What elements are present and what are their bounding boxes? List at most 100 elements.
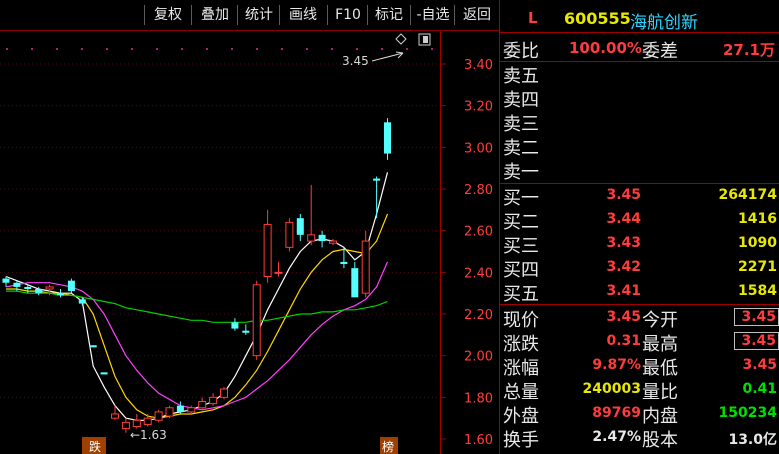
ma-line-1 xyxy=(5,172,389,421)
window-toggle-fill xyxy=(423,36,428,43)
grid-dot xyxy=(131,48,133,50)
stat-label: 涨幅 xyxy=(503,358,539,379)
buy-level-label: 买三 xyxy=(503,236,539,257)
toolbar-separator xyxy=(367,5,368,25)
sell-level-label: 卖一 xyxy=(503,162,539,183)
stat-value: 240003 xyxy=(582,381,641,397)
high-price-label: 3.45 xyxy=(342,54,369,68)
chart-annotations: 3.45 ←1.63 跌 榜 xyxy=(82,33,431,454)
stat-label: 换手 xyxy=(503,430,539,451)
stat-label: 现价 xyxy=(503,310,539,331)
candle-body xyxy=(154,411,163,421)
candle-body xyxy=(329,240,337,244)
candle-body xyxy=(351,268,359,298)
candle-body xyxy=(373,178,381,181)
candle-body xyxy=(143,417,152,425)
candle-body xyxy=(57,293,64,296)
kline-chart[interactable]: 3.40 3.20 3.00 2.80 2.60 2.40 2.20 2.00 1.80 1.60… xyxy=(0,31,499,454)
low-price-label: ←1.63 xyxy=(130,428,167,442)
axis-label: 2.20 xyxy=(464,308,493,323)
candle-body xyxy=(132,419,141,427)
stock-code: 600555 xyxy=(564,9,631,28)
axis-label: 2.40 xyxy=(464,266,493,281)
stat-label: 最高 xyxy=(642,334,678,355)
ma-line-2 xyxy=(6,213,389,419)
buy-level-label: 买四 xyxy=(503,260,539,281)
candle-body xyxy=(100,372,108,375)
axis-label: 2.80 xyxy=(464,183,493,198)
candle-body xyxy=(121,421,130,430)
weibi-divider xyxy=(500,61,779,62)
stat-label: 量比 xyxy=(642,382,678,403)
weibi-value: 100.00% xyxy=(569,39,642,57)
tag-right-text: 榜 xyxy=(382,439,394,454)
candle-body xyxy=(209,396,218,405)
grid-dot xyxy=(256,48,258,50)
tag-left-text: 跌 xyxy=(89,439,101,454)
grid-dot xyxy=(381,48,383,50)
book-divider xyxy=(500,183,779,184)
axis-label: 1.60 xyxy=(464,433,493,448)
candle-body xyxy=(274,271,283,274)
candle-body xyxy=(361,240,370,294)
grid-dot xyxy=(156,48,158,50)
toolbar-button-0[interactable]: 复权 xyxy=(147,3,189,27)
buy-level-price: 3.44 xyxy=(606,211,641,227)
candle-body xyxy=(176,405,184,412)
sell-level-label: 卖四 xyxy=(503,90,539,111)
toolbar-button-3[interactable]: 画线 xyxy=(282,3,324,27)
candle-body xyxy=(67,280,75,292)
grid-dot xyxy=(331,48,333,50)
toolbar-button-6[interactable]: -自选 xyxy=(413,3,453,27)
grid-dot xyxy=(181,48,183,50)
sell-level-label: 卖二 xyxy=(503,138,539,159)
stat-value: 0.31 xyxy=(606,333,641,349)
ma-line-3 xyxy=(5,261,389,411)
toolbar-separator xyxy=(144,5,145,25)
toolbar-button-1[interactable]: 叠加 xyxy=(194,3,236,27)
axis-label: 3.20 xyxy=(464,100,493,115)
buy-level-price: 3.42 xyxy=(606,259,641,275)
candle-body xyxy=(307,234,316,242)
stats-divider xyxy=(500,304,779,305)
stat-value: 89769 xyxy=(592,405,641,421)
candle-body xyxy=(318,234,326,242)
toolbar-button-2[interactable]: 统计 xyxy=(240,3,278,27)
toolbar-button-4[interactable]: F10 xyxy=(330,3,366,27)
candle-body xyxy=(2,278,10,283)
stat-value: 0.41 xyxy=(742,381,777,397)
stat-value: 2.47% xyxy=(592,429,641,445)
candle-body xyxy=(263,223,272,278)
grid-dot xyxy=(56,48,58,50)
stock-name[interactable]: 海航创新 xyxy=(630,8,698,33)
buy-level-price: 3.45 xyxy=(606,187,641,203)
stat-value: 3.45 xyxy=(734,308,779,326)
buy-level-volume: 264174 xyxy=(718,187,777,203)
stat-label: 最低 xyxy=(642,358,678,379)
stat-label: 今开 xyxy=(642,310,678,331)
grid-dot xyxy=(281,48,283,50)
stat-label: 股本 xyxy=(642,430,678,451)
toolbar-button-7[interactable]: 返回 xyxy=(457,3,497,27)
stat-label: 内盘 xyxy=(642,406,678,427)
stat-value: 3.45 xyxy=(742,357,777,373)
market-prefix: L xyxy=(528,9,538,27)
stat-value: 3.45 xyxy=(606,309,641,325)
grid-dot xyxy=(406,48,408,50)
grid-dot xyxy=(306,48,308,50)
toolbar-separator xyxy=(454,5,455,25)
candle-body xyxy=(252,284,261,357)
candle-body xyxy=(35,289,43,294)
grid-dot xyxy=(106,48,108,50)
buy-level-volume: 2271 xyxy=(738,259,777,275)
buy-level-label: 买五 xyxy=(503,284,539,305)
header-divider xyxy=(500,32,779,33)
buy-level-volume: 1090 xyxy=(738,235,777,251)
weicha-label: 委差 xyxy=(642,41,678,62)
candle-body xyxy=(231,322,239,329)
toolbar-separator xyxy=(191,5,192,25)
toolbar-button-5[interactable]: 标记 xyxy=(370,3,408,27)
grid-dot xyxy=(356,48,358,50)
toolbar-separator xyxy=(327,5,328,25)
sell-level-label: 卖三 xyxy=(503,114,539,135)
